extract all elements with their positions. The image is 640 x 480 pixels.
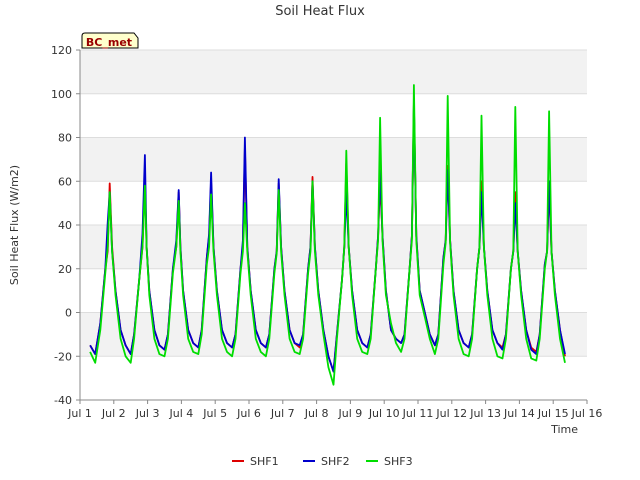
x-tick-label: Jul 11 (402, 407, 434, 420)
y-tick-label: 120 (51, 44, 72, 57)
x-tick-label: Jul 1 (67, 407, 92, 420)
y-tick-label: 60 (58, 175, 72, 188)
x-tick-label: Jul 12 (435, 407, 467, 420)
x-tick-label: Jul 15 (537, 407, 569, 420)
y-tick-label: -20 (54, 350, 72, 363)
y-tick-label: 0 (65, 307, 72, 320)
x-tick-label: Jul 3 (135, 407, 160, 420)
x-tick-label: Jul 7 (270, 407, 295, 420)
x-tick-label: Jul 13 (469, 407, 501, 420)
legend-label-shf1: SHF1 (250, 455, 279, 468)
plot-band (80, 137, 587, 182)
x-tick-label: Jul 4 (169, 407, 194, 420)
x-tick-label: Jul 8 (304, 407, 329, 420)
chart-title: Soil Heat Flux (275, 4, 365, 19)
legend-label-shf3: SHF3 (384, 455, 413, 468)
x-tick-label: Jul 2 (101, 407, 126, 420)
x-tick-label: Jul 14 (503, 407, 535, 420)
y-tick-label: 40 (58, 219, 72, 232)
y-tick-label: -40 (54, 394, 72, 407)
x-tick-label: Jul 10 (368, 407, 400, 420)
x-tick-label: Jul 6 (236, 407, 261, 420)
legend: SHF1 SHF2 SHF3 (232, 455, 413, 468)
x-tick-label: Jul 16 (571, 407, 603, 420)
legend-label-shf2: SHF2 (321, 455, 350, 468)
plot-band (80, 50, 587, 94)
soil-heat-flux-chart: -40 -20 0 20 40 60 80 100 120 Jul 1 Jul 2 Jul 3 Jul … (0, 0, 640, 480)
y-tick-label: 20 (58, 263, 72, 276)
badge-text: BC_met (86, 36, 132, 49)
y-tick-label: 100 (51, 88, 72, 101)
site-badge: BC_met (81, 32, 139, 49)
x-axis-label: Time (550, 423, 578, 436)
y-tick-label: 80 (58, 132, 72, 145)
x-tick-label: Jul 5 (202, 407, 227, 420)
x-tick-label: Jul 9 (338, 407, 363, 420)
y-axis-label: Soil Heat Flux (W/m2) (8, 165, 21, 285)
